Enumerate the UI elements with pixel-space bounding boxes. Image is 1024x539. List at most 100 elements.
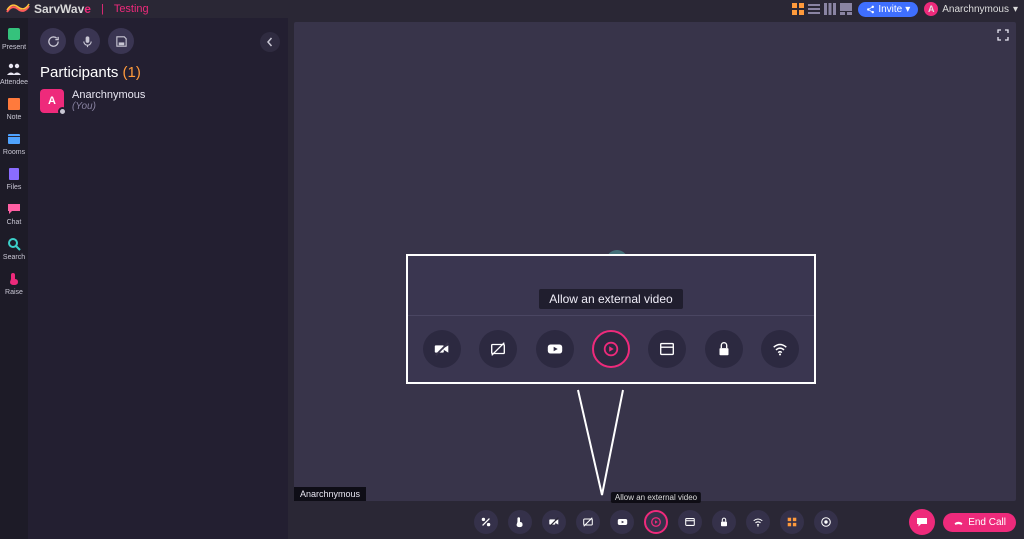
video-stage: Allow an external video	[294, 22, 1016, 501]
left-rail: Present Attendee Note Rooms Files Chat	[0, 18, 28, 539]
wifi-icon	[752, 516, 764, 528]
participant-info: Anarchnymous (You)	[72, 89, 145, 112]
window-button[interactable]	[648, 330, 686, 368]
rail-label: Search	[3, 254, 25, 261]
rail-label: Files	[7, 184, 22, 191]
mic-button[interactable]	[74, 28, 100, 54]
callout-label-row: Allow an external video	[408, 256, 814, 316]
brand-c: e	[84, 2, 91, 16]
dock-right: End Call	[909, 509, 1016, 535]
external-video-icon	[602, 340, 620, 358]
collapse-panel-button[interactable]	[260, 32, 280, 52]
rail-search[interactable]: Search	[0, 234, 28, 263]
rail-label: Chat	[7, 219, 22, 226]
layout-list-icon[interactable]	[808, 3, 820, 15]
topbar-left: SarvWave | Testing	[6, 2, 149, 16]
window-icon	[658, 340, 676, 358]
wifi-button[interactable]	[761, 330, 799, 368]
save-button[interactable]	[108, 28, 134, 54]
camera-off-button[interactable]	[423, 330, 461, 368]
dock-hand-button[interactable]	[508, 510, 532, 534]
room-name: Testing	[114, 3, 149, 15]
youtube-icon	[545, 340, 565, 358]
screen-off-icon	[582, 516, 594, 528]
chat-bubble-icon	[915, 515, 929, 529]
status-dot-icon	[58, 107, 67, 116]
logo-text: SarvWave	[34, 2, 91, 16]
screen-off-icon	[489, 340, 507, 358]
participant-name-badge: Anarchnymous	[294, 487, 366, 501]
bottom-dock: Allow an external video	[288, 505, 1024, 539]
dock-screen-off-button[interactable]	[576, 510, 600, 534]
youtube-icon	[616, 516, 629, 528]
panel-count: (1)	[123, 64, 141, 81]
rail-label: Raise	[5, 289, 23, 296]
layout-focus-icon[interactable]	[840, 3, 852, 15]
rail-chat[interactable]: Chat	[0, 199, 28, 228]
rail-present[interactable]: Present	[0, 24, 28, 53]
lock-button[interactable]	[705, 330, 743, 368]
dock-tooltip: Allow an external video	[611, 492, 701, 503]
mic-icon	[81, 35, 94, 48]
present-icon	[6, 26, 22, 42]
rail-rooms[interactable]: Rooms	[0, 129, 28, 158]
logo[interactable]: SarvWave	[6, 2, 91, 16]
user-name: Anarchnymous	[942, 4, 1009, 15]
dock-youtube-button[interactable]	[610, 510, 634, 534]
rail-files[interactable]: Files	[0, 164, 28, 193]
rail-raise[interactable]: Raise	[0, 269, 28, 298]
callout-icons	[408, 316, 814, 382]
raise-icon	[6, 271, 22, 287]
layout-grid-icon[interactable]	[792, 3, 804, 15]
dock-camera-off-button[interactable]	[542, 510, 566, 534]
panel-title: Participants (1)	[40, 64, 276, 81]
topbar-right: Invite ▾ A Anarchnymous ▾	[792, 2, 1018, 17]
fullscreen-button[interactable]	[994, 26, 1012, 44]
user-menu[interactable]: A Anarchnymous ▾	[924, 2, 1018, 16]
participant-row[interactable]: A Anarchnymous (You)	[40, 89, 276, 113]
rooms-icon	[6, 131, 22, 147]
rail-note[interactable]: Note	[0, 94, 28, 123]
lock-icon	[718, 516, 730, 528]
layout-columns-icon[interactable]	[824, 3, 836, 15]
chat-fab[interactable]	[909, 509, 935, 535]
brand-b: Wav	[60, 2, 84, 16]
participant-avatar-wrap: A	[40, 89, 64, 113]
stage-wrap: Allow an external video	[288, 18, 1024, 539]
dock-wifi-button[interactable]	[746, 510, 770, 534]
rail-label: Present	[2, 44, 26, 51]
attendee-icon	[6, 61, 22, 77]
chat-icon	[6, 201, 22, 217]
top-bar: SarvWave | Testing Invite ▾ A Anarchnymo…	[0, 0, 1024, 18]
topbar-separator: |	[101, 3, 104, 15]
screen-off-button[interactable]	[479, 330, 517, 368]
invite-button[interactable]: Invite ▾	[858, 2, 918, 17]
dock-inner	[474, 510, 838, 534]
refresh-icon	[47, 35, 60, 48]
rail-label: Attendee	[0, 79, 28, 86]
youtube-button[interactable]	[536, 330, 574, 368]
dock-record-button[interactable]	[814, 510, 838, 534]
end-call-button[interactable]: End Call	[943, 513, 1016, 532]
callout-pointer	[577, 389, 627, 499]
participant-name: Anarchnymous	[72, 89, 145, 101]
rail-attendee[interactable]: Attendee	[0, 59, 28, 88]
external-video-icon	[650, 516, 662, 528]
dock-percent-button[interactable]	[474, 510, 498, 534]
panel-title-text: Participants	[40, 64, 118, 81]
percent-icon	[480, 516, 492, 528]
grid-icon	[786, 516, 798, 528]
body: Present Attendee Note Rooms Files Chat	[0, 18, 1024, 539]
external-video-button[interactable]	[592, 330, 630, 368]
dock-lock-button[interactable]	[712, 510, 736, 534]
search-icon	[6, 236, 22, 252]
callout-inner: Allow an external video	[408, 256, 814, 382]
dock-window-button[interactable]	[678, 510, 702, 534]
brand-a: Sarv	[34, 2, 60, 16]
dock-external-video-button[interactable]	[644, 510, 668, 534]
lock-icon	[715, 340, 733, 358]
refresh-button[interactable]	[40, 28, 66, 54]
dock-grid-button[interactable]	[780, 510, 804, 534]
share-icon	[866, 5, 875, 14]
end-call-label: End Call	[968, 517, 1006, 528]
